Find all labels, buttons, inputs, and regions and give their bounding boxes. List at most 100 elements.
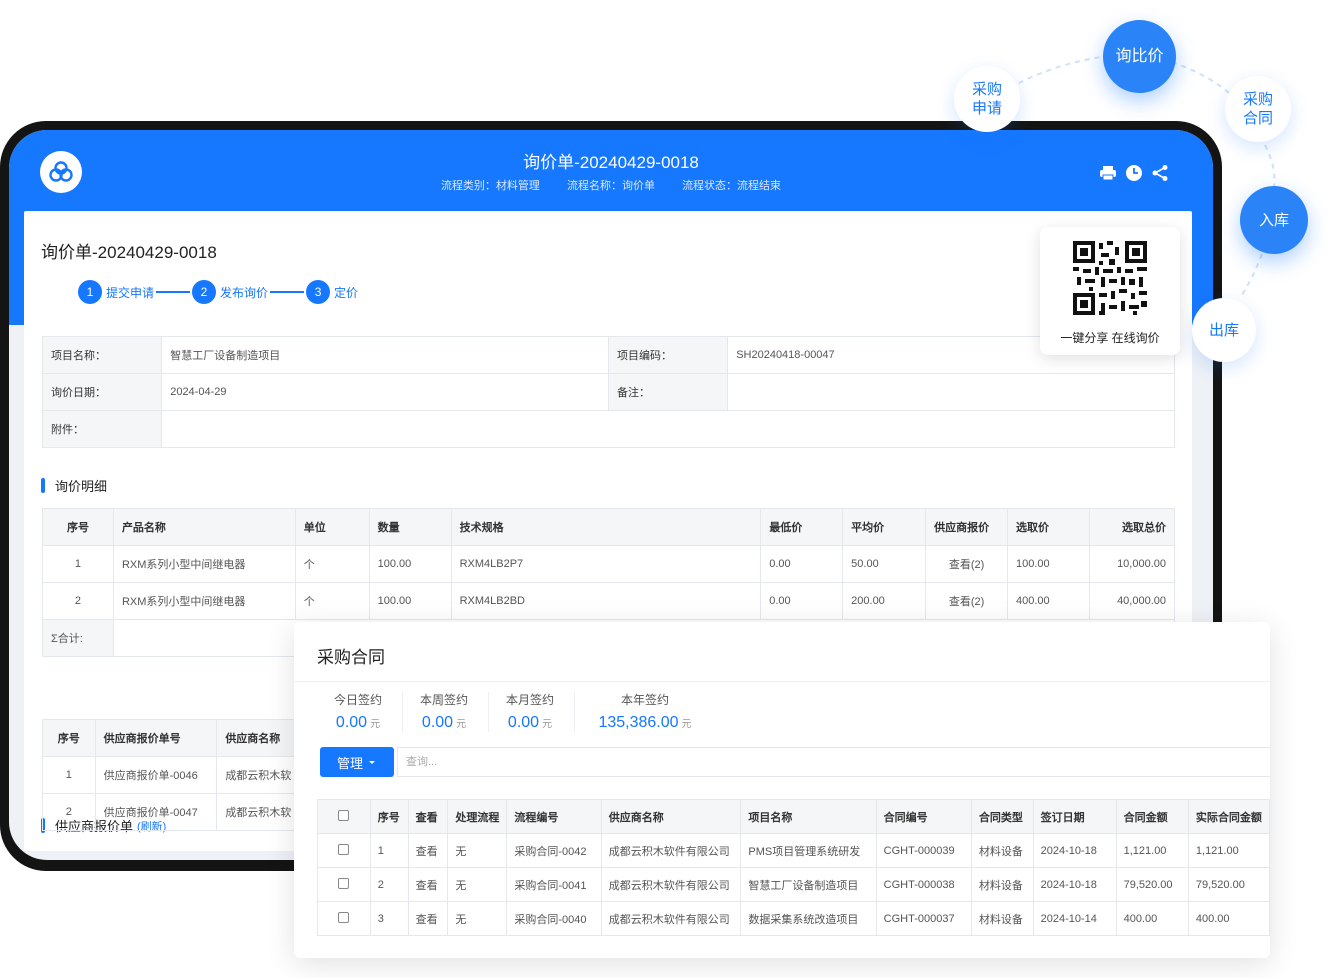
col-header: 技术规格 [450, 508, 762, 546]
cell: 个 [294, 545, 370, 583]
cell: 400.00 [1115, 901, 1189, 936]
stat-week: 本周签约 0.00 元 [414, 691, 474, 732]
bubble-label: 询比价 [1115, 48, 1164, 65]
step-label: 定价 [334, 285, 359, 300]
total-label: Σ合计: [42, 619, 114, 657]
contract-panel: 采购合同 今日签约 0.00 元 本周签约 0.00 元 本月签约 0.00 元 本年… [294, 622, 1270, 958]
bubble-label: 入库 [1258, 211, 1289, 229]
cell: 100.00 [368, 582, 452, 620]
cell: 3 [369, 901, 409, 936]
row-checkbox[interactable] [317, 833, 371, 868]
project-name-label: 项目名称： [41, 336, 163, 374]
table-row: 1 RXM系列小型中间继电器 个 100.00 RXM4LB2P7 0.00 5… [42, 545, 1176, 583]
cell: 79,520.00 [1115, 867, 1189, 902]
col-header: 合同编号 [875, 799, 972, 834]
col-header: 最低价 [760, 508, 844, 546]
project-name-link[interactable]: 数据采集系统改造项目 [740, 901, 877, 936]
step-number: 1 [78, 280, 102, 304]
col-header: 选取总价 [1088, 508, 1176, 546]
col-header: 实际合同金额 [1187, 799, 1270, 834]
clock-icon[interactable] [1125, 164, 1143, 182]
print-icon[interactable] [1099, 164, 1117, 182]
table-row: 项目名称： 智慧工厂设备制造项目 项目编码： SH20240418-00047 [41, 336, 1175, 374]
view-link[interactable]: 查看 [407, 833, 449, 868]
qr-share-card[interactable]: 一键分享 在线询价 [1040, 227, 1180, 355]
step-number: 3 [306, 280, 331, 304]
table-header-row: 序号 产品名称 单位 数量 技术规格 最低价 平均价 供应商报价 选取价 选取总… [42, 508, 1176, 546]
col-header: 序号 [42, 508, 114, 546]
share-icon[interactable] [1151, 164, 1169, 182]
step-connector [270, 291, 305, 293]
cell: RXM4LB2P7 [450, 545, 762, 583]
process-number-link[interactable]: 采购合同-0042 [506, 833, 602, 868]
project-name-link[interactable]: 智慧工厂设备制造项目 [161, 336, 609, 374]
manage-button[interactable]: 管理 [320, 747, 394, 777]
row-checkbox[interactable] [317, 867, 371, 902]
quote-number-link[interactable]: 供应商报价单-0046 [94, 756, 218, 794]
stat-label: 今日签约 [333, 693, 382, 707]
step-number: 2 [192, 280, 217, 304]
stat-label: 本年签约 [620, 693, 669, 707]
view-link[interactable]: 查看 [407, 867, 449, 902]
view-quotes-link[interactable]: 查看(2) [925, 545, 1009, 583]
cell: 2 [42, 793, 96, 831]
col-header: 签订日期 [1032, 799, 1117, 834]
project-code-label: 项目编码： [607, 336, 729, 374]
cell: 50.00 [842, 545, 927, 583]
bubble-stock-in[interactable]: 入库 [1240, 186, 1308, 254]
view-link[interactable]: 查看 [407, 901, 449, 936]
cell: 0.00 [760, 582, 844, 620]
cell: CGHT-000037 [875, 901, 972, 936]
project-name-link[interactable]: PMS项目管理系统研发 [740, 833, 877, 868]
col-header: 合同金额 [1115, 799, 1189, 834]
cell: RXM系列小型中间继电器 [112, 582, 296, 620]
bubble-stock-out[interactable]: 出库 [1192, 298, 1256, 362]
cell: 1 [42, 756, 96, 794]
cell: 个 [294, 582, 370, 620]
cell: 10,000.00 [1088, 545, 1176, 583]
process-number-link[interactable]: 采购合同-0041 [506, 867, 602, 902]
col-header: 产品名称 [112, 508, 296, 546]
table-row: 1 查看 无 采购合同-0042 成都云积木软件有限公司 PMS项目管理系统研发… [317, 833, 1270, 868]
bubble-label: 采购 [1242, 91, 1273, 108]
col-header: 合同类型 [970, 799, 1034, 834]
process-number-link[interactable]: 采购合同-0040 [506, 901, 602, 936]
cell: 成都云积木软件有限公司 [600, 867, 742, 902]
col-header: 序号 [42, 719, 96, 757]
view-quotes-link[interactable]: 查看(2) [925, 582, 1009, 620]
remark-value [727, 373, 1175, 411]
step-submit[interactable]: 1 提交申请 [78, 280, 154, 304]
stat-year: 本年签约 135,386.00 元 [590, 691, 700, 732]
bubble-inquiry-compare[interactable]: 询比价 [1103, 20, 1176, 93]
header-actions [1099, 164, 1169, 182]
table-row: 2 查看 无 采购合同-0041 成都云积木软件有限公司 智慧工厂设备制造项目 … [317, 867, 1270, 902]
search-input[interactable]: 查询... [397, 747, 1270, 777]
process-steps: 1 提交申请 2 发布询价 3 定价 [78, 280, 358, 304]
process-name: 流程名称：询价单 [567, 180, 655, 192]
cell: 1,121.00 [1115, 833, 1189, 868]
attachment-label: 附件： [41, 410, 163, 448]
cell: 材料设备 [970, 867, 1034, 902]
cell: 材料设备 [970, 833, 1034, 868]
step-publish[interactable]: 2 发布询价 [192, 280, 268, 304]
col-header: 选取价 [1007, 508, 1090, 546]
cell: CGHT-000039 [875, 833, 972, 868]
col-header: 平均价 [842, 508, 927, 546]
table-header-row: 序号 供应商报价单号 供应商名称 [42, 719, 312, 757]
table-row: 3 查看 无 采购合同-0040 成都云积木软件有限公司 数据采集系统改造项目 … [317, 901, 1270, 936]
select-all-checkbox[interactable] [317, 799, 371, 834]
col-header: 供应商报价 [925, 508, 1009, 546]
row-checkbox[interactable] [317, 901, 371, 936]
stat-label: 本月签约 [505, 693, 554, 707]
bubble-purchase-request[interactable]: 采购 申请 [954, 66, 1020, 132]
bubble-purchase-contract[interactable]: 采购 合同 [1225, 76, 1291, 142]
step-pricing[interactable]: 3 定价 [306, 280, 358, 304]
bubble-label: 采购 [971, 81, 1002, 98]
cell: 400.00 [1007, 582, 1090, 620]
manage-label: 管理 [336, 755, 363, 771]
qr-code-icon [1073, 241, 1147, 315]
project-name-link[interactable]: 智慧工厂设备制造项目 [740, 867, 877, 902]
divider [402, 692, 403, 732]
cell: 1 [369, 833, 409, 868]
quote-number-link[interactable]: 供应商报价单-0047 [94, 793, 218, 831]
